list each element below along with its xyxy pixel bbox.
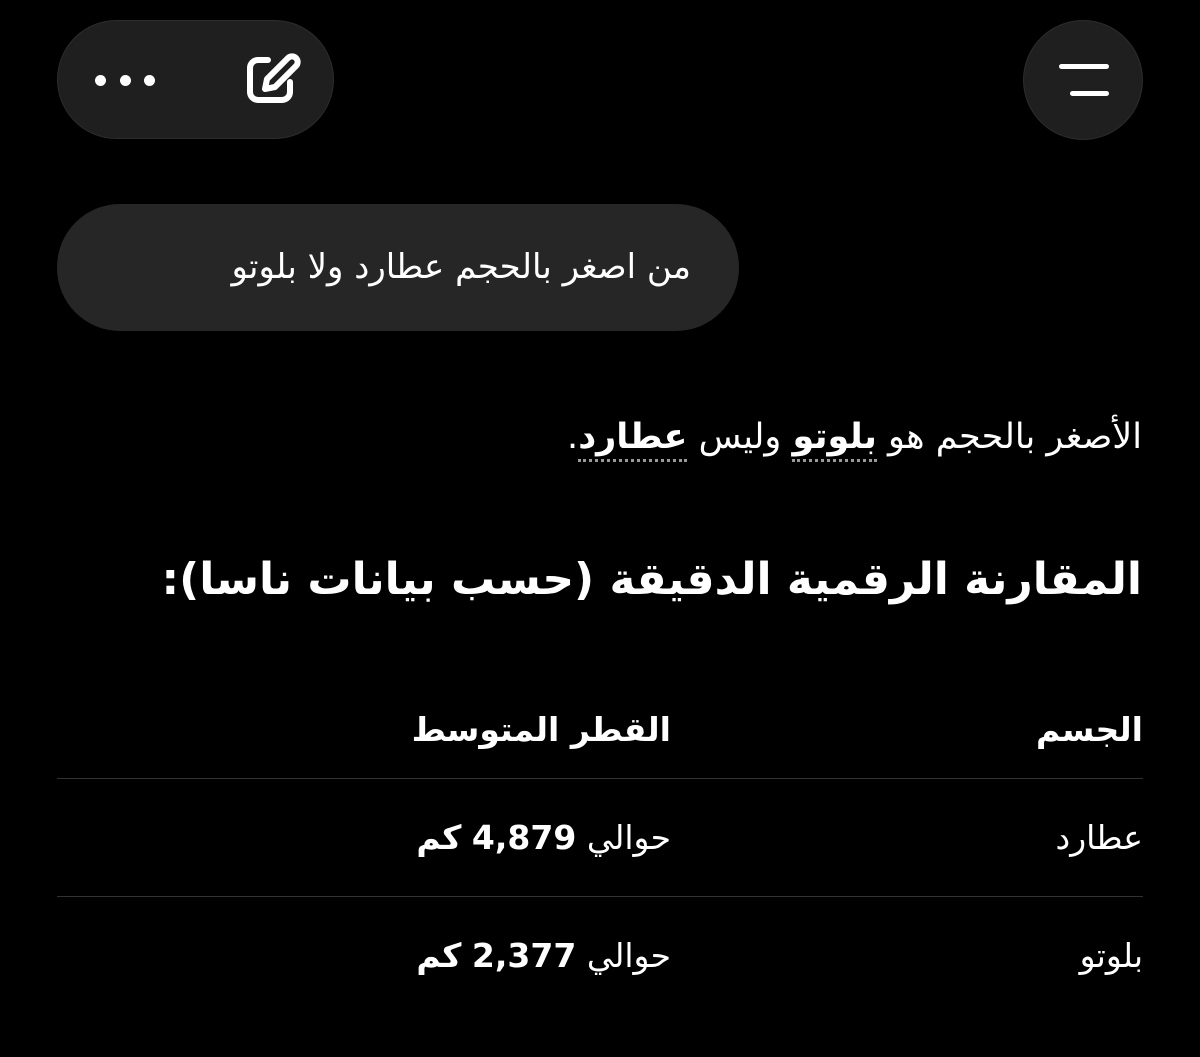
diameter-value: 2,377 [471, 936, 577, 975]
menu-button[interactable] [1023, 20, 1143, 140]
user-message-bubble: من اصغر بالحجم عطارد ولا بلوتو [57, 204, 739, 331]
diameter-unit: كم [416, 818, 462, 857]
answer-prefix: الأصغر بالحجم هو [876, 417, 1142, 457]
row-body-name: عطارد [1055, 818, 1143, 857]
comparison-table: الجسم القطر المتوسط عطارد حوالي 4,879 كم… [57, 680, 1143, 1014]
diameter-prefix: حوالي [586, 936, 671, 975]
answer-middle: وليس [687, 417, 793, 457]
answer-suffix: . [567, 417, 579, 457]
row-diameter: حوالي 4,879 كم [416, 779, 671, 896]
ellipsis-icon[interactable] [95, 72, 155, 88]
row-diameter: حوالي 2,377 كم [416, 897, 671, 1014]
row-body-name: بلوتو [1079, 936, 1143, 975]
diameter-value: 4,879 [471, 818, 577, 857]
table-row: عطارد حوالي 4,879 كم [57, 778, 1143, 896]
answer-text: الأصغر بالحجم هو بلوتو وليس عطارد. [567, 408, 1142, 466]
section-heading: المقارنة الرقمية الدقيقة (حسب بيانات ناس… [161, 554, 1142, 605]
edit-square-icon[interactable] [238, 48, 308, 112]
answer-larger-link[interactable]: عطارد [578, 417, 688, 462]
table-header-row: الجسم القطر المتوسط [57, 680, 1143, 778]
user-message-text: من اصغر بالحجم عطارد ولا بلوتو [231, 247, 691, 287]
menu-icon [1059, 64, 1109, 69]
answer-smaller-link[interactable]: بلوتو [792, 417, 877, 462]
table-row: بلوتو حوالي 2,377 كم [57, 896, 1143, 1014]
diameter-prefix: حوالي [586, 818, 671, 857]
header-body: الجسم [1036, 709, 1143, 749]
header-diameter: القطر المتوسط [411, 709, 671, 749]
diameter-unit: كم [416, 936, 462, 975]
